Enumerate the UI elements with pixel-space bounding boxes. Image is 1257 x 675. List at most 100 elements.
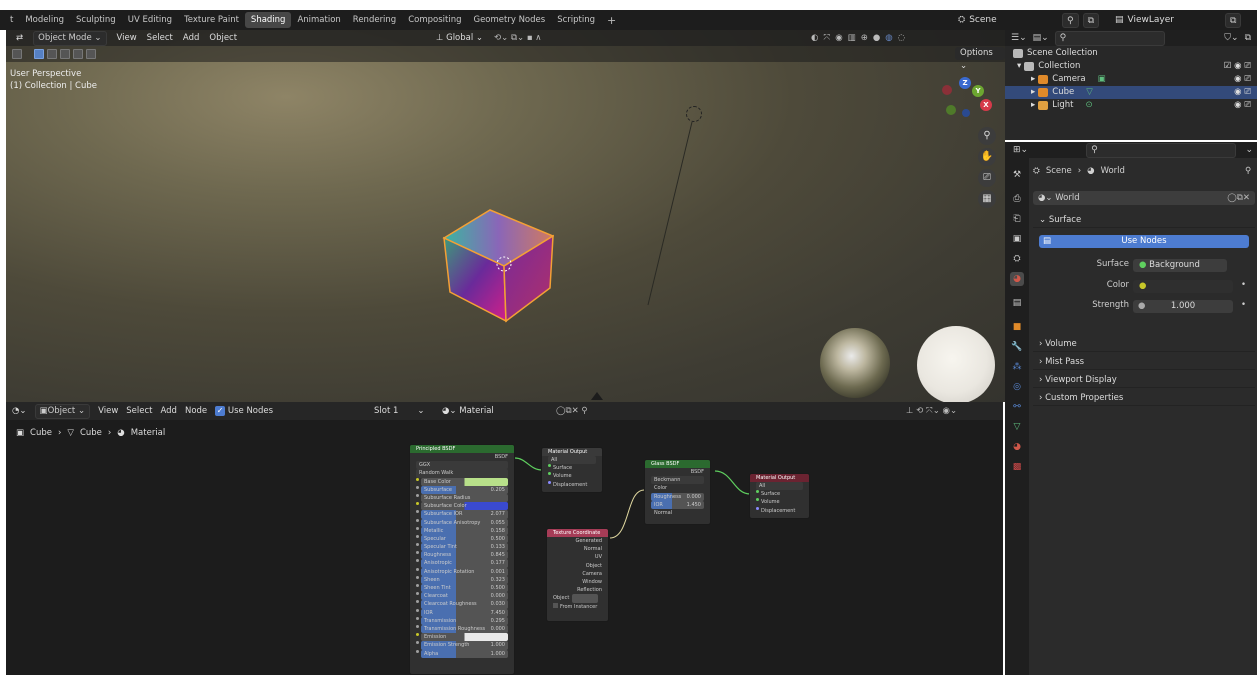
object-mode-dropdown[interactable]: Object Mode ⌄ xyxy=(33,30,107,46)
bsdf-input-row[interactable]: IOR 7.450 xyxy=(410,608,514,617)
viewport-shading-icons[interactable]: ◐ ⤧ ◉ ▥ ⊕ ● ◍ ◌ xyxy=(811,33,905,43)
workspace-tab-geometry-nodes[interactable]: Geometry Nodes xyxy=(467,12,551,28)
bsdf-input-row[interactable]: Base Color xyxy=(410,477,514,486)
from-instancer-checkbox[interactable] xyxy=(553,602,558,608)
expand-arrow-icon[interactable]: ▸ xyxy=(1031,99,1035,112)
texcoord-output-reflection[interactable]: Reflection xyxy=(547,586,608,594)
pivot-snap-icons[interactable]: ⟲⌄ ⧉⌄ ▪ ∧ xyxy=(494,33,542,43)
render-tab-icon[interactable]: ⎙ xyxy=(1010,192,1024,206)
section-viewport-display[interactable]: › Viewport Display xyxy=(1033,372,1255,388)
glass-output-socket[interactable]: BSDF xyxy=(645,468,710,476)
gizmo-toggle-icon[interactable]: ⤧ xyxy=(823,33,830,43)
editor-type-icon[interactable]: ⇄ xyxy=(16,33,23,43)
glass-input-row[interactable]: Color xyxy=(645,484,710,492)
shading-wire-icon[interactable]: ⊕ xyxy=(861,33,868,43)
select-extend-icon[interactable] xyxy=(47,49,57,59)
glass-input-row[interactable]: IOR 1.450 xyxy=(645,500,710,509)
bsdf-input-row[interactable]: Specular 0.500 xyxy=(410,534,514,544)
object-tab-icon[interactable]: ■ xyxy=(1010,320,1024,334)
workspace-tab-rendering[interactable]: Rendering xyxy=(347,12,402,28)
particles-tab-icon[interactable]: ⁂ xyxy=(1010,360,1024,374)
visibility-render-icons[interactable]: ☑ ◉ ⎚ xyxy=(1224,60,1251,73)
glass-input-row[interactable]: Beckmann xyxy=(645,476,710,485)
expand-icon[interactable]: ⌄ xyxy=(1245,145,1257,155)
visibility-render-icons[interactable]: ◉ ⎚ xyxy=(1234,73,1251,86)
material-tab-icon[interactable]: ◕ xyxy=(1010,440,1024,454)
texture-tab-icon[interactable]: ▩ xyxy=(1010,460,1024,474)
color-field[interactable]: ● xyxy=(1133,280,1233,293)
bsdf-input-row[interactable]: Subsurface IOR 2.077 xyxy=(410,510,514,519)
workspace-tab-uv-editing[interactable]: UV Editing xyxy=(122,12,178,28)
outliner-search-input[interactable]: ⚲ xyxy=(1054,30,1165,46)
section-volume[interactable]: › Volume xyxy=(1033,336,1255,352)
world-datablock-field[interactable]: ◕⌄ World ◯⧉✕ xyxy=(1033,191,1255,205)
bsdf-input-row[interactable]: Subsurface Anisotropy 0.055 xyxy=(410,518,514,527)
data-tab-icon[interactable]: ▽ xyxy=(1010,420,1024,434)
new-collection-icon[interactable]: ⧉ xyxy=(1245,33,1257,43)
surface-section-header[interactable]: ⌄ Surface xyxy=(1033,212,1255,228)
filter-icon[interactable]: ⛉⌄ xyxy=(1224,33,1238,43)
transform-orientation-dropdown[interactable]: ⊥ Global ⌄ xyxy=(436,33,483,43)
object-picker-field[interactable] xyxy=(572,594,599,603)
scene-selector[interactable]: ⛭ Scene xyxy=(958,10,997,30)
outliner-scene-collection[interactable]: Scene Collection xyxy=(1005,47,1257,60)
pan-view-icon[interactable]: ✋ xyxy=(978,148,996,166)
zoom-view-icon[interactable]: ⚲ xyxy=(978,127,996,145)
editor-type-icon[interactable]: ☰⌄ xyxy=(1011,33,1027,43)
texture-coordinate-node[interactable]: Texture Coordinate Generated Normal UV Obje… xyxy=(546,528,609,622)
object-data-icon[interactable]: ⊙ xyxy=(1086,99,1093,112)
expand-arrow-icon[interactable]: ▸ xyxy=(1031,86,1035,99)
gizmo-neg-z-icon[interactable] xyxy=(962,109,970,117)
gizmo-z-icon[interactable]: Z xyxy=(959,77,971,89)
target-dropdown[interactable]: All xyxy=(548,456,596,465)
texcoord-output-camera[interactable]: Camera xyxy=(547,570,608,578)
select-intersect-icon[interactable] xyxy=(86,49,96,59)
color-keyframe-icon[interactable]: • xyxy=(1241,280,1246,290)
viewport-menu-object[interactable]: Object xyxy=(209,33,237,43)
camera-view-icon[interactable]: ⎚ xyxy=(978,169,996,187)
options-dropdown[interactable]: Options ⌄ xyxy=(955,47,1005,71)
bsdf-input-row[interactable]: Subsurface Color xyxy=(410,502,514,511)
glass-input-row[interactable]: Roughness 0.000 xyxy=(645,492,710,501)
area-split-handle[interactable] xyxy=(591,392,603,400)
texcoord-output-normal[interactable]: Normal xyxy=(547,545,608,553)
bsdf-input-row[interactable]: Metallic 0.158 xyxy=(410,526,514,535)
outliner-item-light[interactable]: ▸ Light ⊙ ◉ ⎚ xyxy=(1005,99,1257,112)
bsdf-input-row[interactable]: Transmission Roughness 0.000 xyxy=(410,624,514,634)
visibility-render-icons[interactable]: ◉ ⎚ xyxy=(1234,86,1251,99)
workspace-tab-texture-paint[interactable]: Texture Paint xyxy=(178,12,245,28)
bsdf-input-row[interactable]: Emission Strength 1.000 xyxy=(410,641,514,650)
gizmo-neg-y-icon[interactable] xyxy=(946,105,956,115)
workspace-tab-animation[interactable]: Animation xyxy=(291,12,346,28)
cube-object[interactable] xyxy=(442,208,554,323)
gizmo-x-icon[interactable]: X xyxy=(980,99,992,111)
bsdf-input-row[interactable]: Emission xyxy=(410,633,514,642)
expand-arrow-icon[interactable]: ▾ xyxy=(1017,60,1021,73)
surface-socket[interactable]: Surface xyxy=(553,464,572,472)
displacement-socket[interactable]: Displacement xyxy=(761,507,795,515)
shading-solid-icon[interactable]: ● xyxy=(873,33,880,43)
outliner-item-collection[interactable]: ▾ Collection ☑ ◉ ⎚ xyxy=(1005,60,1257,73)
node-output-socket[interactable]: BSDF xyxy=(410,453,514,461)
visibility-icon[interactable]: ◐ xyxy=(811,33,818,43)
properties-search-input[interactable]: ⚲ xyxy=(1086,142,1237,158)
bsdf-input-row[interactable]: Sheen Tint 0.500 xyxy=(410,584,514,593)
volume-socket[interactable]: Volume xyxy=(553,472,572,480)
select-subtract-icon[interactable] xyxy=(60,49,70,59)
physics-tab-icon[interactable]: ◎ xyxy=(1010,380,1024,394)
displacement-socket[interactable]: Displacement xyxy=(553,481,587,489)
gizmo-y-icon[interactable]: Y xyxy=(972,85,984,97)
texcoord-output-uv[interactable]: UV xyxy=(547,553,608,561)
outliner-item-camera[interactable]: ▸ Camera ▣ ◉ ⎚ xyxy=(1005,73,1257,86)
principled-bsdf-node[interactable]: Principled BSDF BSDF GGX Random Walk Base … xyxy=(409,444,515,675)
modifier-tab-icon[interactable]: 🔧 xyxy=(1010,340,1024,354)
glass-bsdf-node[interactable]: Glass BSDF BSDF Beckmann Color Roughness 0.… xyxy=(644,459,711,525)
visibility-render-icons[interactable]: ◉ ⎚ xyxy=(1234,99,1251,112)
workspace-tab-compositing[interactable]: Compositing xyxy=(402,12,467,28)
datablock-actions-icon[interactable]: ◯⧉✕ xyxy=(1227,193,1250,203)
bsdf-input-row[interactable]: Sheen 0.323 xyxy=(410,575,514,584)
world-tab-icon[interactable]: ◕ xyxy=(1010,272,1024,286)
xray-icon[interactable]: ▥ xyxy=(848,33,856,43)
strength-keyframe-icon[interactable]: • xyxy=(1241,300,1246,310)
pin-icon[interactable]: ⚲ xyxy=(1062,13,1079,28)
